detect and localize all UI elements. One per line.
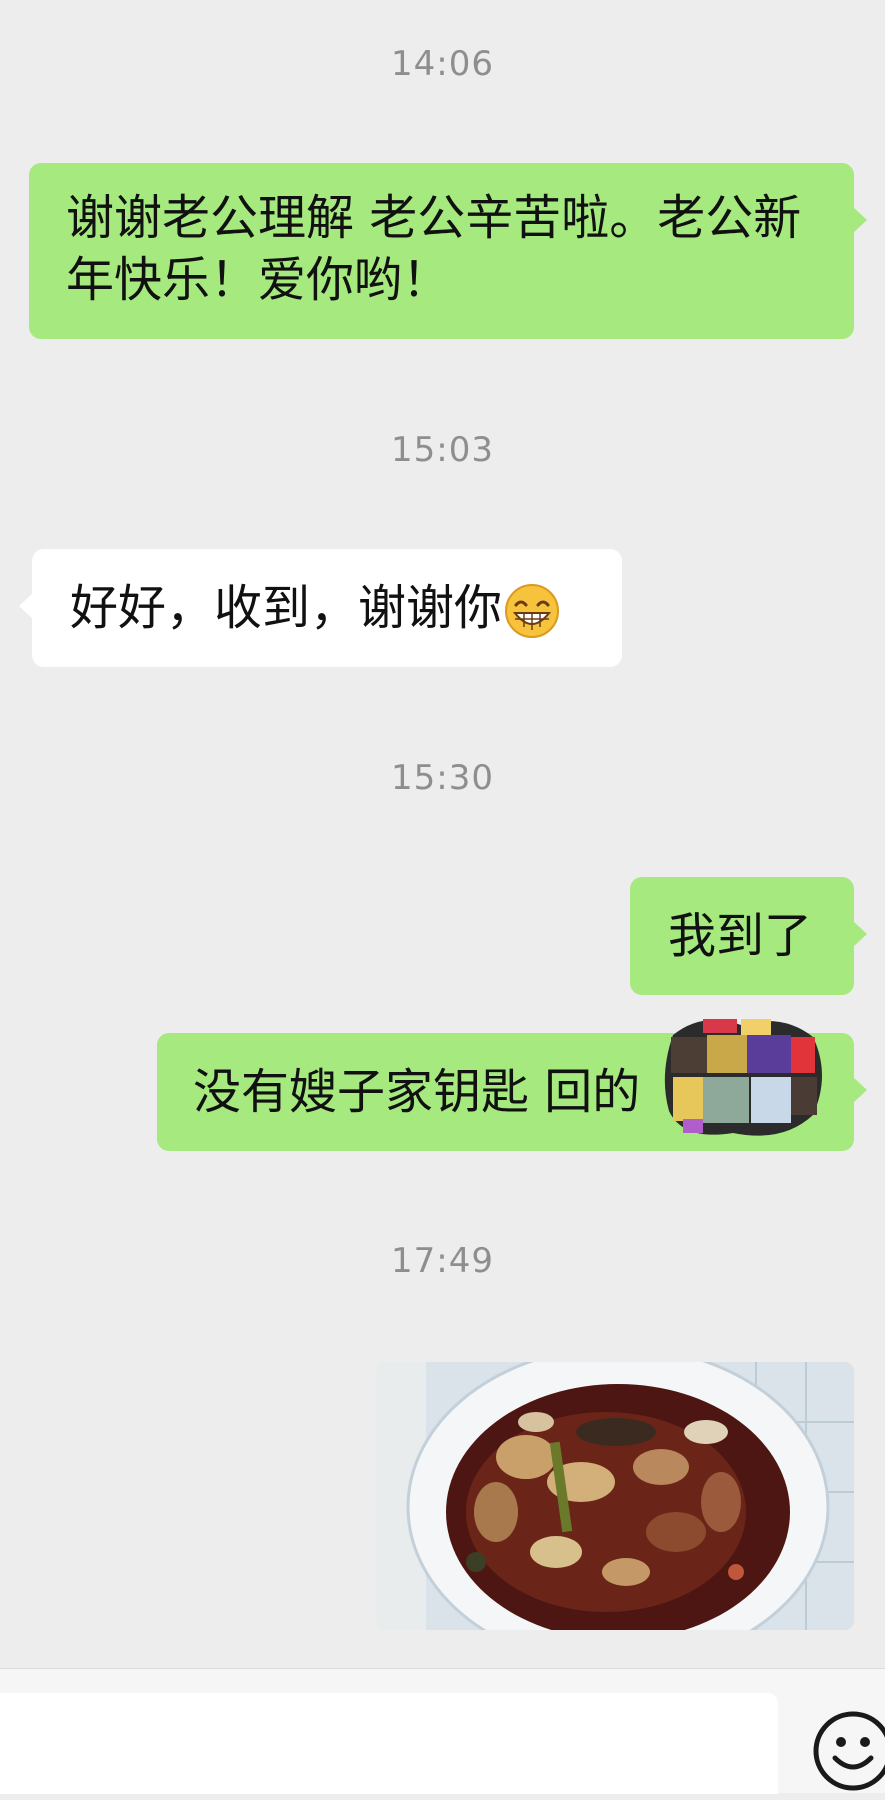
timestamp: 15:03 [391,430,494,470]
message-text: 我到了 [668,908,813,964]
message-text: 没有嫂子家钥匙 回的 [193,1064,641,1120]
timestamp: 17:49 [391,1241,494,1281]
message-bubble-received[interactable]: 好好，收到，谢谢你 [19,549,622,667]
message-text: 好好，收到，谢谢你 [70,580,503,636]
message-bubble-sent[interactable]: 没有嫂子家钥匙 回的 [157,1019,867,1151]
message-line: 年快乐！爱你哟！ [66,252,451,308]
message-bubble-sent[interactable]: 我到了 [630,877,867,995]
photo-food-bowl[interactable] [376,1362,854,1630]
chat-area: 14:06 谢谢老公理解 老公辛苦啦。老公新 年快乐！爱你哟！ 15:03 好好… [0,0,885,1668]
message-line: 谢谢老公理解 老公辛苦啦。老公新 [66,190,802,246]
grin-emoji-icon [504,583,560,639]
message-input[interactable] [0,1693,778,1794]
timestamp: 14:06 [391,44,494,84]
message-bubble-sent[interactable]: 谢谢老公理解 老公辛苦啦。老公新 年快乐！爱你哟！ [29,163,867,339]
mosaic-redaction-sticker [663,1015,828,1143]
input-bar [0,1668,885,1794]
timestamp: 15:30 [391,758,494,798]
smiley-icon[interactable] [808,1706,885,1796]
